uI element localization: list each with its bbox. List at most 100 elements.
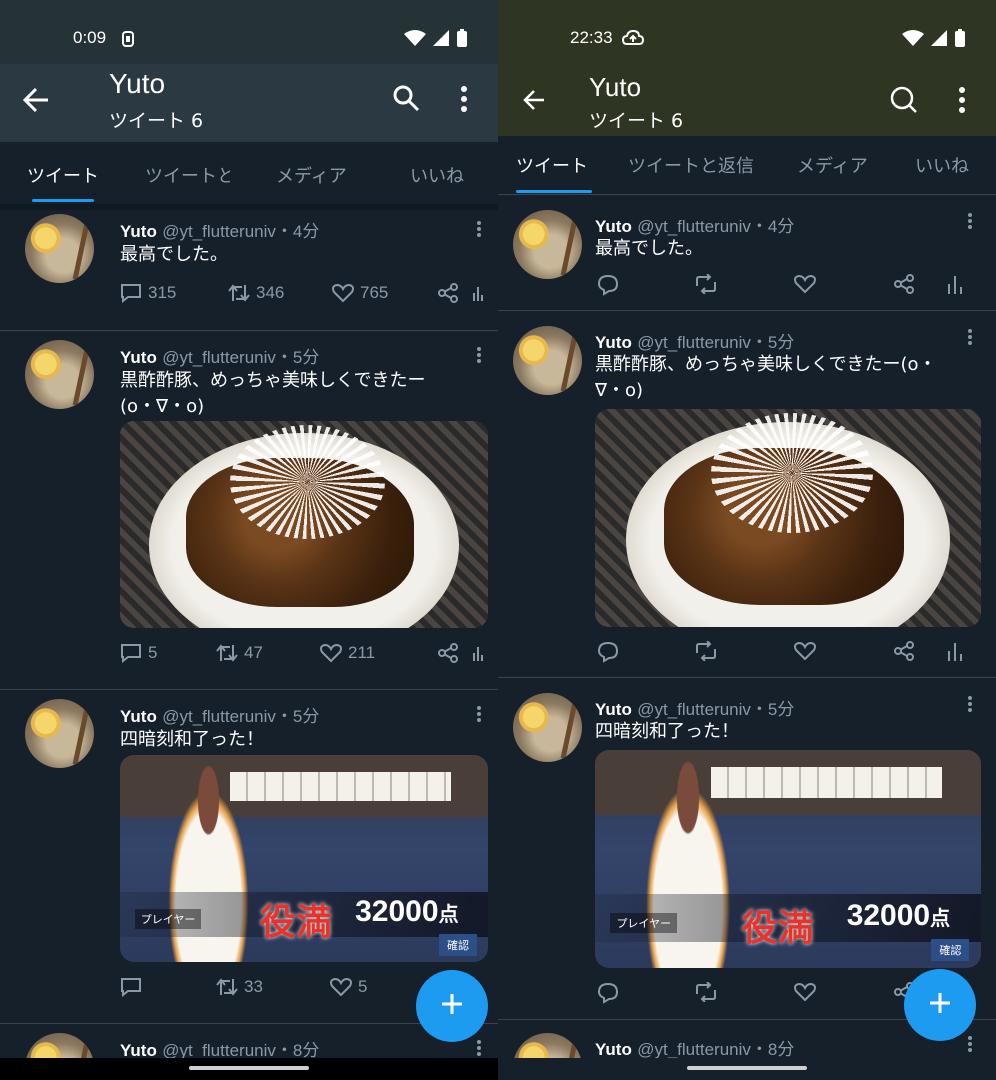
share-button[interactable] bbox=[894, 274, 914, 294]
tab-media[interactable]: メディア bbox=[797, 152, 868, 178]
tweet[interactable]: Yuto @yt_flutteruniv・5分 四暗刻和了った！ プレイヤー 役… bbox=[498, 687, 996, 1017]
author-name: Yuto bbox=[595, 1040, 632, 1059]
tab-media[interactable]: メディア bbox=[276, 162, 347, 188]
retweet-button[interactable]: 346 bbox=[228, 283, 284, 303]
reply-button[interactable] bbox=[120, 977, 142, 997]
tweet-more-icon[interactable] bbox=[472, 705, 486, 723]
tweet-image-food[interactable] bbox=[120, 421, 488, 628]
search-icon[interactable] bbox=[890, 86, 918, 118]
tweet-more-icon[interactable] bbox=[963, 1035, 977, 1053]
tweet-actions: 315 346 765 bbox=[0, 283, 498, 307]
avatar[interactable] bbox=[513, 693, 582, 762]
compose-tweet-button[interactable] bbox=[416, 970, 488, 1042]
tab-tweets-replies[interactable]: ツイートと返信 bbox=[628, 152, 754, 178]
mahjong-tiles bbox=[230, 771, 452, 801]
share-icon bbox=[438, 283, 458, 303]
reply-button[interactable]: 315 bbox=[120, 283, 176, 303]
like-button[interactable]: 765 bbox=[332, 283, 388, 303]
tweet-text: 最高でした。 bbox=[120, 244, 228, 265]
tweet[interactable]: Yuto @yt_flutteruniv・5分 黒酢酢豚、めっちゃ美味しくできた… bbox=[0, 338, 498, 688]
reply-button[interactable] bbox=[597, 982, 619, 1004]
avatar[interactable] bbox=[513, 210, 582, 279]
retweet-button[interactable] bbox=[694, 641, 718, 661]
tweet[interactable]: Yuto @yt_flutteruniv・4分 最高でした。 315 346 7… bbox=[0, 212, 498, 330]
author-name: Yuto bbox=[120, 348, 157, 367]
tweet-meta: Yuto @yt_flutteruniv・8分 bbox=[595, 1035, 794, 1060]
player-label: プレイヤー bbox=[134, 908, 202, 929]
compose-plus-icon bbox=[440, 992, 464, 1020]
retweet-button[interactable] bbox=[694, 982, 718, 1002]
system-nav-bar bbox=[0, 1058, 498, 1080]
retweet-count: 33 bbox=[244, 977, 263, 996]
tab-tweets-replies[interactable]: ツイートと bbox=[145, 162, 230, 188]
avatar[interactable] bbox=[25, 214, 94, 283]
divider bbox=[0, 204, 498, 210]
tweet[interactable]: Yuto @yt_flutteruniv・4分 最高でした。 bbox=[498, 204, 996, 310]
more-vert-icon[interactable] bbox=[460, 86, 468, 116]
tweet-image-mahjong[interactable]: プレイヤー 役満 32000点 確認 bbox=[120, 755, 488, 962]
tweet[interactable]: Yuto @yt_flutteruniv・5分 四暗刻和了った！ プレイヤー 役… bbox=[0, 697, 498, 1023]
author-handle: @yt_flutteruniv・8分 bbox=[637, 1040, 795, 1059]
retweet-count: 346 bbox=[256, 283, 285, 302]
tweet-text: 黒酢酢豚、めっちゃ美味しくできたー(o・∇・o) bbox=[595, 354, 937, 401]
back-arrow-icon[interactable] bbox=[522, 88, 546, 116]
tweet-more-icon[interactable] bbox=[472, 220, 486, 238]
tweet[interactable]: Yuto @yt_flutteruniv・5分 黒酢酢豚、めっちゃ美味しくできた… bbox=[498, 320, 996, 676]
tab-likes[interactable]: いいね bbox=[915, 152, 969, 178]
left-screen: 0:09 Yuto ツイート 6 ツイート ツイートと メディア いいね Yut… bbox=[0, 0, 498, 1080]
wifi-icon bbox=[404, 29, 426, 51]
like-button[interactable]: 5 bbox=[330, 977, 367, 997]
author-handle: @yt_flutteruniv・4分 bbox=[162, 222, 320, 241]
like-button[interactable] bbox=[794, 274, 816, 294]
more-vert-icon[interactable] bbox=[958, 87, 966, 117]
tweet-actions bbox=[498, 274, 996, 298]
divider bbox=[498, 677, 996, 678]
author-handle: @yt_flutteruniv・5分 bbox=[637, 333, 795, 352]
divider bbox=[498, 310, 996, 311]
tweet-image-mahjong[interactable]: プレイヤー 役満 32000点 確認 bbox=[595, 750, 981, 968]
back-arrow-icon[interactable] bbox=[22, 86, 50, 118]
compose-tweet-button[interactable] bbox=[904, 969, 976, 1041]
tab-tweets[interactable]: ツイート bbox=[27, 162, 99, 188]
reply-button[interactable]: 5 bbox=[120, 643, 157, 663]
retweet-button[interactable]: 33 bbox=[216, 977, 263, 997]
home-indicator[interactable] bbox=[687, 1066, 807, 1070]
reply-button[interactable] bbox=[597, 641, 619, 663]
avatar[interactable] bbox=[25, 699, 94, 768]
like-button[interactable]: 211 bbox=[320, 643, 375, 663]
share-button[interactable] bbox=[438, 643, 458, 663]
tweet-text: 最高でした。 bbox=[595, 238, 703, 259]
tweet-meta: Yuto @yt_flutteruniv・4分 bbox=[120, 217, 319, 242]
battery-icon bbox=[456, 28, 468, 52]
share-button[interactable] bbox=[894, 641, 914, 661]
score-value: 32000 bbox=[355, 894, 439, 928]
analytics-button[interactable] bbox=[947, 274, 963, 294]
like-button[interactable] bbox=[794, 982, 816, 1002]
analytics-button[interactable] bbox=[947, 641, 963, 661]
tweet-more-icon[interactable] bbox=[963, 328, 977, 346]
reply-button[interactable] bbox=[597, 274, 619, 296]
tweet-more-icon[interactable] bbox=[963, 212, 977, 230]
home-indicator[interactable] bbox=[189, 1066, 309, 1070]
avatar[interactable] bbox=[513, 326, 582, 395]
retweet-count: 47 bbox=[244, 643, 263, 662]
like-button[interactable] bbox=[794, 641, 816, 661]
analytics-button[interactable] bbox=[472, 283, 486, 301]
tweet-more-icon[interactable] bbox=[963, 695, 977, 713]
tweet-meta: Yuto @yt_flutteruniv・5分 bbox=[120, 702, 319, 727]
tab-tweets[interactable]: ツイート bbox=[516, 152, 588, 178]
mahjong-tiles bbox=[710, 767, 943, 798]
retweet-button[interactable]: 47 bbox=[216, 643, 263, 663]
tweet-image-food[interactable] bbox=[595, 409, 981, 627]
like-icon bbox=[320, 643, 342, 663]
avatar[interactable] bbox=[25, 340, 94, 409]
divider bbox=[0, 330, 498, 331]
search-icon[interactable] bbox=[392, 84, 420, 116]
tweet-more-icon[interactable] bbox=[472, 1039, 486, 1057]
analytics-button[interactable] bbox=[472, 643, 486, 661]
retweet-button[interactable] bbox=[694, 274, 718, 294]
share-button[interactable] bbox=[438, 283, 458, 303]
tweet-more-icon[interactable] bbox=[472, 346, 486, 364]
tab-likes[interactable]: いいね bbox=[410, 162, 464, 188]
share-icon bbox=[894, 274, 914, 294]
